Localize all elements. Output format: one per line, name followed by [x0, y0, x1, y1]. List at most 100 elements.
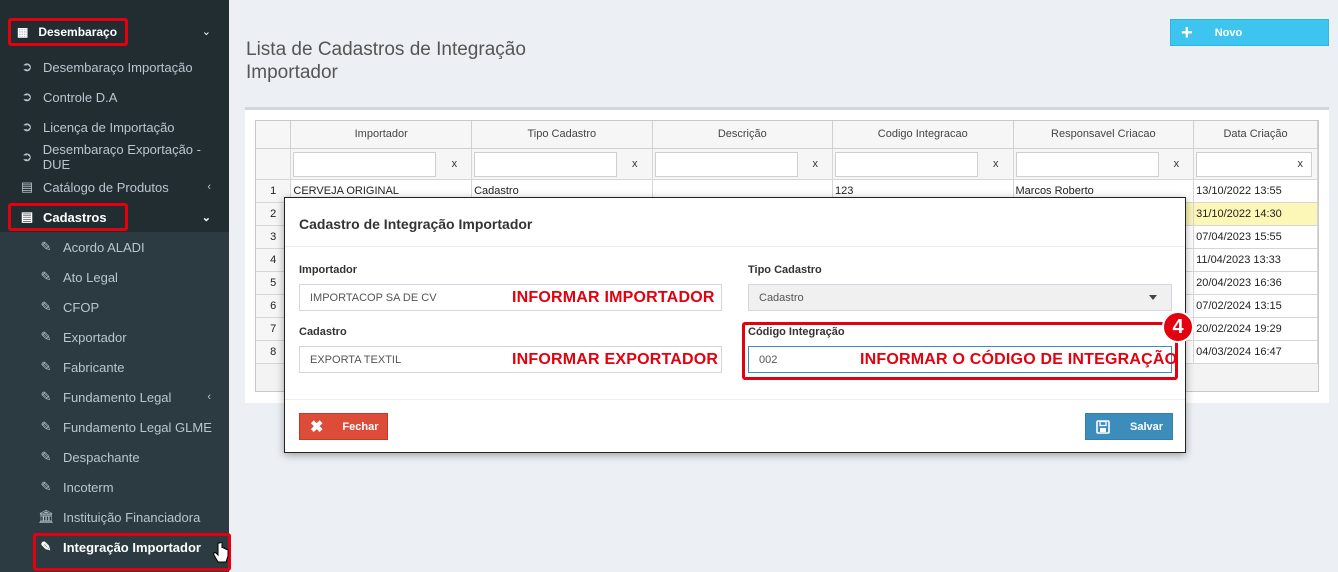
chevron-down-icon: ⌄: [201, 211, 211, 224]
filter-cell: x: [290, 148, 473, 180]
column-header[interactable]: Responsavel Criacao: [1013, 121, 1195, 149]
hand-cursor-icon: [213, 542, 229, 563]
edit-icon: ✎: [40, 299, 52, 314]
tipo-cadastro-select[interactable]: Cadastro: [748, 284, 1172, 311]
edit-icon: ✎: [40, 419, 52, 434]
edit-icon: ✎: [40, 329, 52, 344]
cell-data: 31/10/2022 14:30: [1193, 202, 1318, 226]
sidebar-header-desembaraco[interactable]: ▦ Desembaraço: [8, 18, 128, 46]
edit-icon: ✎: [40, 239, 52, 254]
sidebar-subitem-incoterm[interactable]: ✎ Incoterm: [0, 472, 229, 502]
sidebar-subitem-fundamento-legal[interactable]: ✎ Fundamento Legal ‹: [0, 382, 229, 412]
column-header[interactable]: Codigo Integracao: [832, 121, 1014, 149]
filter-input[interactable]: [474, 151, 618, 177]
sidebar-subitem-exportador[interactable]: ✎ Exportador: [0, 322, 229, 352]
sidebar-subitem-ato-legal[interactable]: ✎ Ato Legal: [0, 262, 229, 292]
sidebar: ▦ Desembaraço ⌄ ➲ Desembaraço Importação…: [0, 0, 231, 572]
filter-cell: x: [832, 148, 1014, 180]
sidebar-item-desembaraco-importacao[interactable]: ➲ Desembaraço Importação: [0, 52, 229, 82]
sidebar-header-label: Desembaraço: [38, 25, 118, 39]
importador-label: Importador: [299, 264, 358, 276]
sidebar-subitem-fabricante[interactable]: ✎ Fabricante: [0, 352, 229, 382]
clear-filter-button[interactable]: x: [993, 158, 999, 170]
modal-divider: [285, 246, 1185, 247]
filter-input[interactable]: [1015, 151, 1159, 177]
new-button-label: Novo: [1214, 26, 1243, 39]
filter-cell: x: [652, 148, 834, 180]
sidebar-subitem-label: Ato Legal: [63, 269, 118, 285]
filter-input[interactable]: [654, 151, 798, 177]
sidebar-item-label: Controle D.A: [43, 89, 118, 105]
column-header[interactable]: Data Criação: [1193, 121, 1318, 149]
sidebar-item-licenca-importacao[interactable]: ➲ Licença de Importação: [0, 112, 229, 142]
arrow-circle-right-icon: ➲: [21, 149, 33, 164]
calculator-icon: ▦: [17, 25, 29, 39]
save-button[interactable]: Salvar: [1085, 413, 1173, 440]
sidebar-subitem-label: Instituição Financiadora: [63, 509, 201, 525]
sidebar-subitem-fundamento-legal-glme[interactable]: ✎ Fundamento Legal GLME: [0, 412, 229, 442]
book-icon: ▤: [20, 179, 34, 194]
sidebar-subitem-label: Fundamento Legal: [63, 389, 172, 405]
plus-icon: +: [1181, 21, 1193, 44]
page-title: Lista de Cadastros de Integração Importa…: [246, 39, 526, 83]
filter-input[interactable]: [1196, 151, 1313, 177]
sidebar-subitem-instituicao-financiadora[interactable]: 🏛 Instituição Financiadora: [0, 502, 229, 532]
column-header[interactable]: Tipo Cadastro: [471, 121, 653, 149]
cell-data: 07/02/2024 13:15: [1193, 294, 1318, 318]
tipo-cadastro-value: Cadastro: [759, 291, 804, 304]
close-button[interactable]: ✖ Fechar: [299, 413, 388, 440]
highlight-box-cadastros: [8, 203, 128, 231]
modal-divider: [285, 399, 1185, 400]
step-badge: 4: [1162, 311, 1194, 343]
caret-down-icon: [1149, 295, 1157, 300]
grid-filter-row: x x x x x x: [256, 148, 1318, 180]
sidebar-subitem-label: Exportador: [63, 329, 127, 345]
sidebar-subitem-label: Incoterm: [63, 479, 114, 495]
annotation-importador: INFORMAR IMPORTADOR: [512, 289, 715, 306]
modal-title: Cadastro de Integração Importador: [299, 216, 533, 232]
clear-filter-button[interactable]: x: [1174, 158, 1180, 170]
column-header[interactable]: Importador: [290, 121, 473, 149]
integration-modal: Cadastro de Integração Importador Import…: [284, 197, 1186, 453]
floppy-disk-icon: [1096, 419, 1110, 434]
filter-input[interactable]: [293, 151, 437, 177]
tipo-cadastro-label: Tipo Cadastro: [748, 264, 822, 276]
grid-header-row: Importador Tipo Cadastro Descrição Codig…: [256, 121, 1318, 149]
save-button-label: Salvar: [1130, 420, 1164, 433]
column-header[interactable]: Descrição: [652, 121, 834, 149]
sidebar-subitem-cfop[interactable]: ✎ CFOP: [0, 292, 229, 322]
sidebar-item-label: Desembaraço Exportação - DUE: [42, 142, 201, 172]
sidebar-subitem-label: Fabricante: [63, 359, 125, 375]
bank-icon: 🏛: [38, 509, 55, 524]
close-button-label: Fechar: [342, 420, 379, 433]
sidebar-subitem-acordo-aladi[interactable]: ✎ Acordo ALADI: [0, 232, 229, 262]
filter-input[interactable]: [835, 151, 979, 177]
cell-data: 04/03/2024 16:47: [1193, 340, 1318, 364]
filter-cell: x: [1193, 148, 1318, 180]
sidebar-subitem-label: Acordo ALADI: [63, 239, 145, 255]
column-header-rownum: [256, 121, 292, 149]
edit-icon: ✎: [40, 389, 52, 404]
clear-filter-button[interactable]: x: [1298, 158, 1304, 170]
clear-filter-button[interactable]: x: [452, 158, 458, 170]
clear-filter-button[interactable]: x: [813, 158, 819, 170]
cell-data: 11/04/2023 13:33: [1193, 248, 1318, 272]
sidebar-item-controle-da[interactable]: ➲ Controle D.A: [0, 82, 229, 112]
highlight-box-integracao-importador: [33, 533, 231, 571]
new-button[interactable]: + Novo: [1170, 19, 1329, 46]
edit-icon: ✎: [40, 269, 52, 284]
arrow-circle-right-icon: ➲: [21, 89, 33, 104]
cadastro-value: EXPORTA TEXTIL: [310, 353, 402, 366]
clear-filter-button[interactable]: x: [632, 158, 638, 170]
arrow-circle-right-icon: ➲: [21, 119, 33, 134]
sidebar-subitem-label: Despachante: [63, 449, 140, 465]
edit-icon: ✎: [40, 359, 52, 374]
highlight-box-codigo: [742, 322, 1178, 380]
cadastro-label: Cadastro: [299, 326, 347, 338]
sidebar-item-catalogo-produtos[interactable]: ▤ Catálogo de Produtos ‹: [0, 172, 229, 202]
sidebar-subitem-despachante[interactable]: ✎ Despachante: [0, 442, 229, 472]
sidebar-subitem-label: Fundamento Legal GLME: [63, 419, 212, 435]
sidebar-item-desembaraco-exportacao[interactable]: ➲ Desembaraço Exportação - DUE: [0, 142, 229, 172]
chevron-left-icon: ‹: [207, 181, 211, 193]
filter-cell: x: [1013, 148, 1195, 180]
